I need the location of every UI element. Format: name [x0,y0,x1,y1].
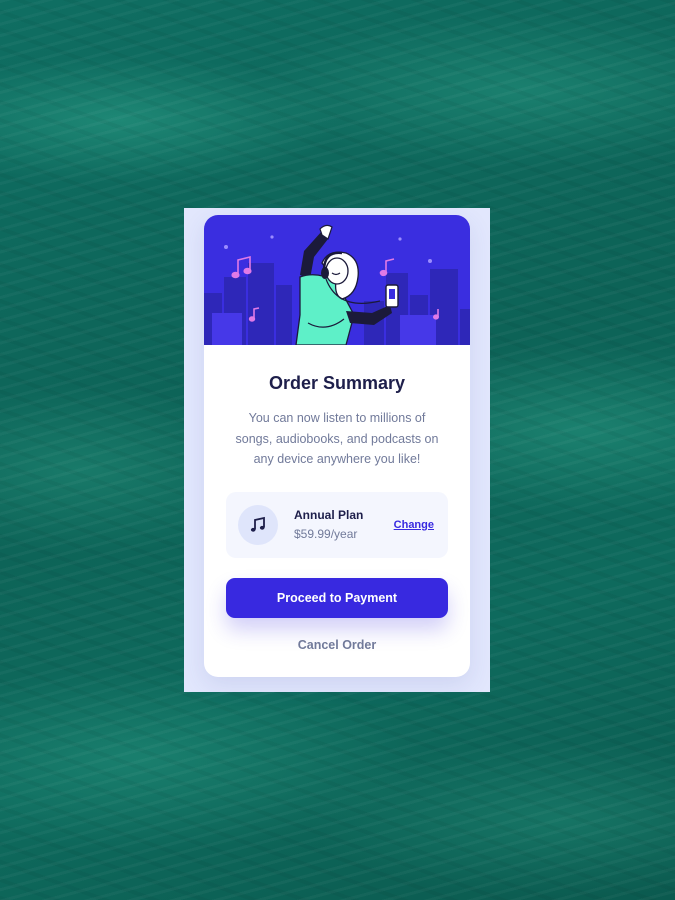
plan-name: Annual Plan [294,508,364,522]
card-body: Order Summary You can now listen to mill… [204,373,470,652]
plan-details: Annual Plan $59.99/year [294,508,394,541]
hero-illustration [204,215,470,345]
plan-summary: Annual Plan $59.99/year Change [226,491,448,558]
page-title: Order Summary [268,373,406,393]
change-plan-link[interactable]: Change [394,519,434,531]
plan-price: $59.99/year [294,527,358,541]
card-frame: Order Summary You can now listen to mill… [184,208,490,692]
order-summary-card: Order Summary You can now listen to mill… [204,215,470,677]
music-note-icon [238,504,278,545]
cancel-order-button[interactable]: Cancel Order [226,638,448,652]
proceed-to-payment-button[interactable]: Proceed to Payment [226,577,448,618]
dancing-woman-illustration [204,224,470,345]
summary-description: You can now listen to millions of songs,… [235,411,439,466]
